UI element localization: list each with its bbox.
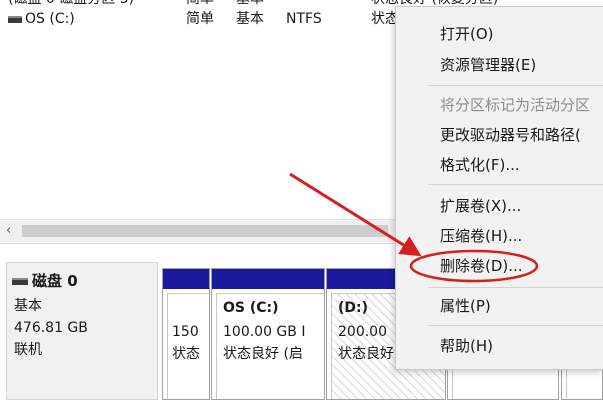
menu-item-format[interactable]: 格式化(F)...	[440, 150, 520, 180]
volume-row-os[interactable]: OS (C:) 简单 基本 NTFS 状态良好	[0, 8, 427, 30]
menu-item-help[interactable]: 帮助(H)	[440, 331, 493, 361]
volume-filesystem: NTFS	[286, 11, 322, 27]
partition-bar	[212, 269, 324, 289]
menu-separator	[428, 85, 603, 86]
partition-name: OS (C:)	[223, 300, 279, 316]
partition-status: 状态	[172, 346, 200, 362]
partition-status: 状态良好	[338, 346, 394, 362]
menu-item-shrink-volume[interactable]: 压缩卷(H)...	[440, 221, 522, 251]
drive-icon	[8, 15, 22, 23]
partition-name: (D:)	[338, 300, 369, 316]
context-menu: 打开(O) 资源管理器(E) 将分区标记为活动分区 更改驱动器号和路径( 格式化…	[395, 6, 603, 370]
menu-separator	[428, 325, 603, 326]
scroll-left-icon[interactable]: ‹	[6, 222, 18, 240]
menu-separator	[428, 287, 603, 288]
menu-separator	[428, 184, 603, 185]
disk-title-text: 磁盘 0	[32, 272, 78, 290]
volume-name: OS (C:)	[25, 11, 75, 27]
menu-item-properties[interactable]: 属性(P)	[440, 291, 491, 321]
partition-body: OS (C:) 100.00 GB I 状态良好 (启	[216, 293, 324, 399]
menu-item-delete-volume[interactable]: 删除卷(D)...	[440, 251, 523, 281]
partition-size: 100.00 GB I	[223, 324, 306, 340]
disk-icon	[12, 278, 28, 285]
menu-item-open[interactable]: 打开(O)	[440, 19, 494, 49]
scrollbar-thumb[interactable]	[22, 225, 388, 237]
partition-bar	[163, 269, 209, 289]
partition-os-c[interactable]: OS (C:) 100.00 GB I 状态良好 (启	[211, 268, 325, 400]
volume-type: 基本	[236, 11, 264, 27]
partition-recovery[interactable]: 150 状态	[162, 268, 210, 400]
disk-type: 基本	[14, 298, 42, 314]
disk-status: 联机	[14, 342, 42, 358]
partition-size: 200.00	[338, 324, 387, 340]
disk-title: 磁盘 0	[12, 270, 78, 291]
volume-layout: 简单	[186, 11, 214, 27]
partition-status: 状态良好 (启	[223, 346, 303, 362]
volume-name-cell: OS (C:)	[8, 8, 75, 30]
menu-item-mark-active[interactable]: 将分区标记为活动分区	[440, 90, 590, 120]
menu-item-extend-volume[interactable]: 扩展卷(X)...	[440, 191, 521, 221]
partition-size: 150	[172, 324, 199, 340]
disk-size: 476.81 GB	[14, 320, 88, 336]
menu-item-explorer[interactable]: 资源管理器(E)	[440, 50, 536, 80]
menu-item-change-drive-letter[interactable]: 更改驱动器号和路径(	[440, 120, 581, 150]
partition-body: 150 状态	[167, 293, 209, 399]
